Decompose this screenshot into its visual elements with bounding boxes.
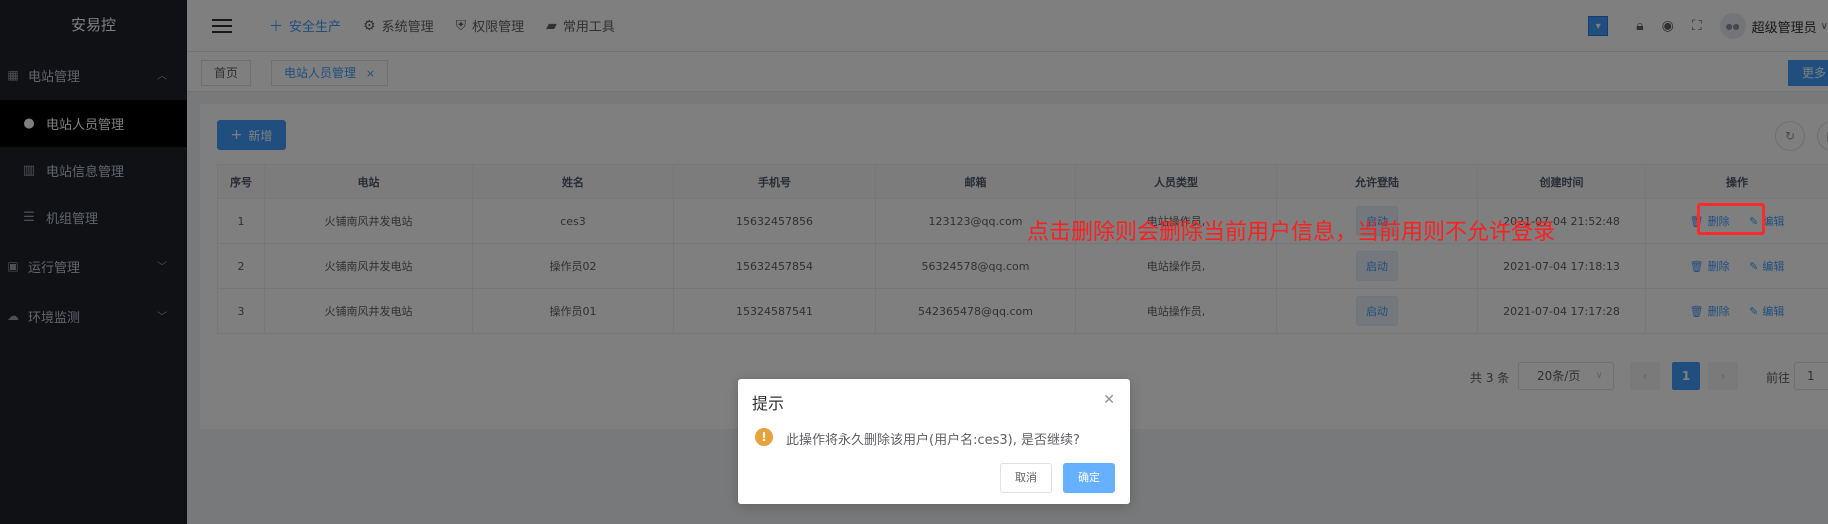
warning-icon: ! — [755, 428, 773, 446]
dialog-message: 此操作将永久删除该用户(用户名:ces3), 是否继续? — [786, 433, 1080, 448]
close-icon[interactable]: ✕ — [1103, 392, 1115, 408]
cancel-button[interactable]: 取消 — [1000, 463, 1052, 493]
annotation-highlight-box — [1697, 203, 1765, 235]
confirm-button[interactable]: 确定 — [1063, 463, 1115, 493]
dialog-title: 提示 — [752, 394, 785, 413]
confirm-dialog: 提示 ✕ ! 此操作将永久删除该用户(用户名:ces3), 是否继续? 取消 确… — [738, 379, 1130, 504]
annotation-text: 点击删除则会删除当前用户信息，当前用则不允许登录 — [1027, 220, 1556, 245]
